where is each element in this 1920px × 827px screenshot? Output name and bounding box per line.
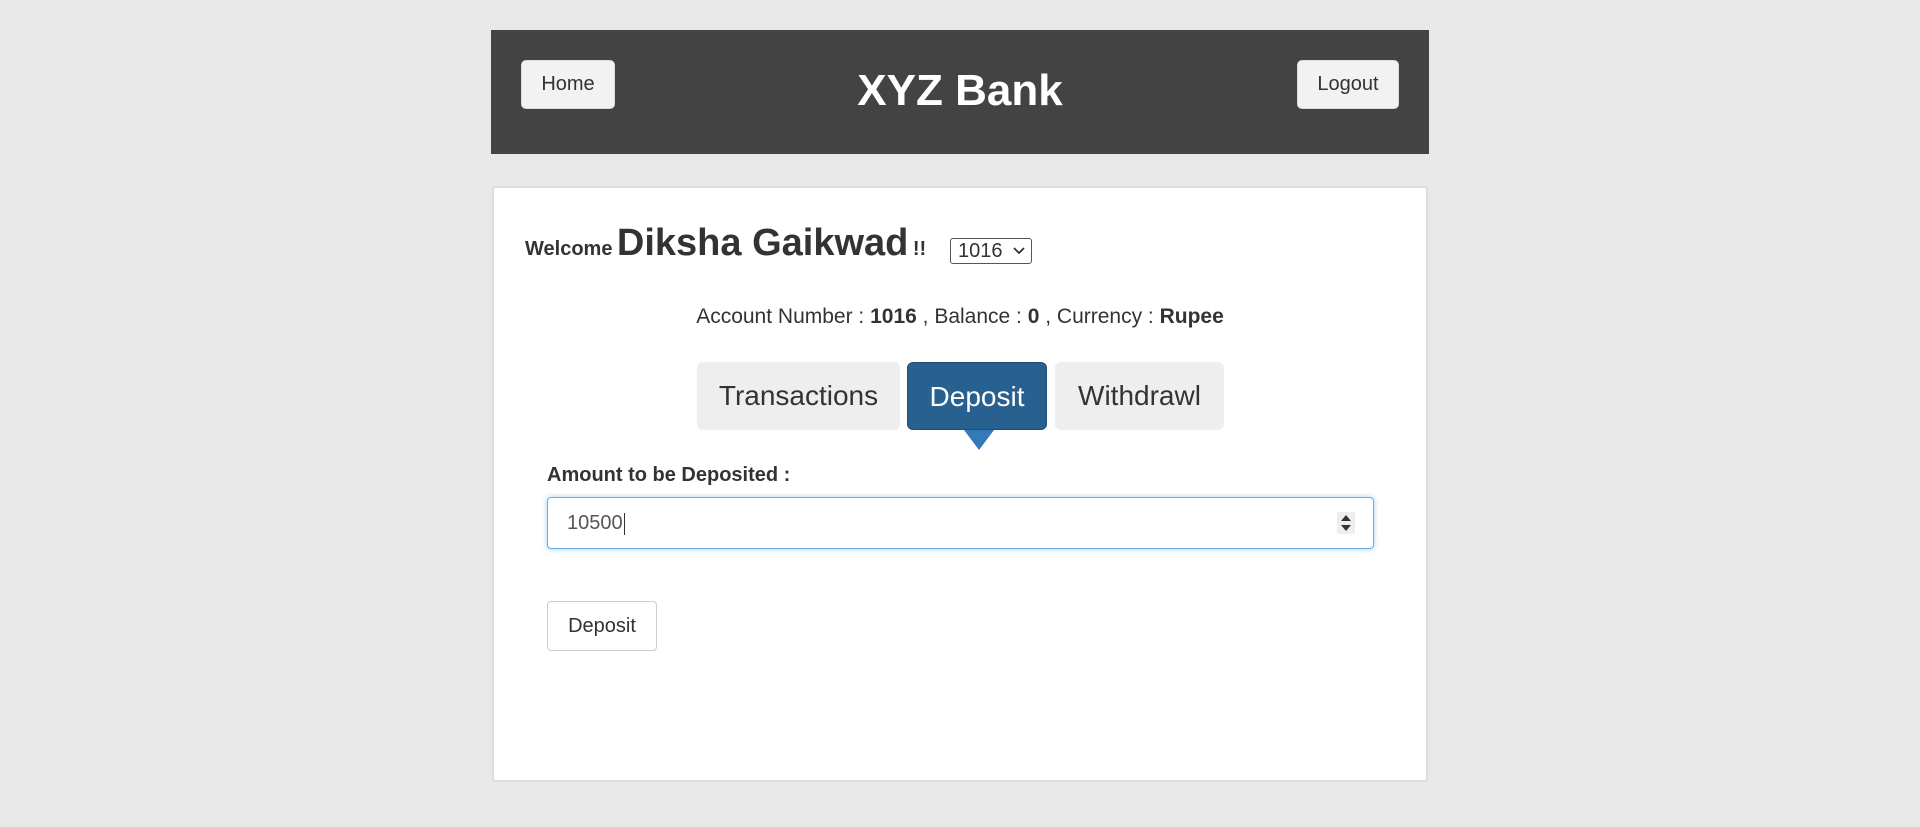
account-number: 1016: [870, 305, 917, 328]
text-caret: [623, 512, 625, 535]
tab-withdrawl[interactable]: Withdrawl: [1055, 362, 1224, 430]
amount-label: Amount to be Deposited :: [547, 464, 791, 486]
user-name: Diksha Gaikwad: [616, 222, 909, 264]
balance-value: 0: [1027, 305, 1040, 328]
welcome-line: Welcome Diksha Gaikwad !!: [525, 222, 926, 272]
welcome-suffix: !!: [912, 238, 927, 260]
welcome-text: Welcome: [525, 238, 613, 260]
tab-deposit[interactable]: Deposit: [907, 362, 1047, 430]
amount-input[interactable]: 10500: [547, 497, 1374, 549]
account-panel: Welcome Diksha Gaikwad !! 1016 Account N…: [492, 186, 1428, 782]
deposit-submit-button[interactable]: Deposit: [547, 601, 657, 651]
spinner-down-icon[interactable]: [1341, 525, 1351, 531]
app-title: XYZ Bank: [857, 66, 1063, 115]
account-select[interactable]: 1016: [950, 238, 1032, 264]
active-tab-pointer: [964, 430, 994, 450]
tab-transactions[interactable]: Transactions: [697, 362, 900, 430]
app-header: Home XYZ Bank Logout: [491, 30, 1429, 154]
balance-label: , Balance :: [916, 305, 1028, 328]
currency-label: , Currency :: [1039, 305, 1160, 328]
account-select-value: 1016: [958, 240, 1003, 262]
chevron-down-icon: [1013, 240, 1025, 269]
currency-value: Rupee: [1159, 305, 1224, 328]
account-number-label: Account Number :: [696, 305, 871, 328]
logout-button[interactable]: Logout: [1297, 60, 1399, 109]
amount-input-value: 10500: [567, 512, 623, 534]
number-spinner[interactable]: [1337, 512, 1355, 534]
spinner-up-icon[interactable]: [1341, 515, 1351, 521]
account-info: Account Number : 1016 , Balance : 0 , Cu…: [494, 304, 1426, 330]
